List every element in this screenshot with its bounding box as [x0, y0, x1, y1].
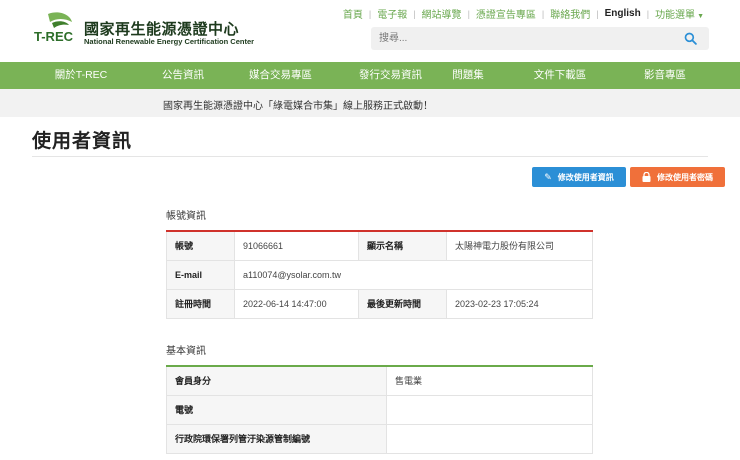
- page-title: 使用者資訊: [32, 131, 133, 152]
- email-value: a110074@ysolar.com.tw: [234, 259, 593, 290]
- table-row: 會員身分 售電業: [166, 365, 593, 396]
- phone-value: [386, 394, 593, 425]
- nav-item-matching[interactable]: 媒合交易專區: [202, 62, 359, 89]
- basic-section-title: 基本資訊: [166, 346, 206, 357]
- top-links: 首頁 | 電子報 | 網站導覽 | 憑證宣告專區 | 聯絡我們 | Englis…: [337, 6, 710, 21]
- announcement-text[interactable]: 國家再生能源憑證中心「綠電媒合市集」線上服務正式啟動！: [163, 97, 433, 112]
- main-nav: 關於T-REC 公告資訊 媒合交易專區 發行交易資訊 問題集 文件下載區 影音專…: [0, 62, 740, 89]
- link-newsletter[interactable]: 電子報: [371, 6, 413, 21]
- epa-id-value: [386, 423, 593, 454]
- site-header: T-REC 國家再生能源憑證中心 National Renewable Ener…: [0, 0, 740, 62]
- registered-time-label: 註冊時間: [166, 288, 235, 319]
- site-name-en: National Renewable Energy Certification …: [84, 37, 255, 46]
- logo-text: T-REC: [34, 29, 73, 44]
- function-menu-label: 功能選單: [655, 10, 696, 21]
- caret-down-icon: ▼: [697, 13, 704, 20]
- table-row: 電號: [166, 394, 593, 425]
- link-certificate-claims[interactable]: 憑證宣告專區: [470, 6, 542, 21]
- nav-item-issuance[interactable]: 發行交易資訊: [359, 62, 422, 89]
- phone-label: 電號: [166, 394, 387, 425]
- search-bar: [371, 27, 709, 50]
- search-input[interactable]: [379, 30, 669, 47]
- member-type-value: 售電業: [386, 365, 593, 396]
- edit-icon: ✎: [544, 171, 552, 182]
- nav-item-faq[interactable]: 問題集: [406, 62, 530, 89]
- registered-time-value: 2022-06-14 14:47:00: [234, 288, 359, 319]
- function-menu-dropdown[interactable]: 功能選單 ▼: [649, 6, 710, 21]
- last-updated-label: 最後更新時間: [358, 288, 447, 319]
- link-contact[interactable]: 聯絡我們: [544, 6, 596, 21]
- last-updated-value: 2023-02-23 17:05:24: [446, 288, 593, 319]
- nav-item-media[interactable]: 影音專區: [590, 62, 740, 89]
- site-logo[interactable]: T-REC 國家再生能源憑證中心 National Renewable Ener…: [32, 10, 254, 50]
- edit-password-label: 修改使用者密碼: [657, 172, 713, 182]
- epa-id-label: 行政院環保署列管汙染源管制編號: [166, 423, 387, 454]
- basic-info-table: 會員身分 售電業 電號 行政院環保署列管汙染源管制編號: [166, 365, 593, 454]
- divider: [32, 156, 708, 157]
- link-sitemap[interactable]: 網站導覽: [416, 6, 468, 21]
- display-name-label: 顯示名稱: [358, 230, 447, 261]
- edit-user-info-button[interactable]: ✎ 修改使用者資訊: [532, 167, 626, 187]
- lock-icon: [642, 172, 651, 182]
- display-name-value: 太陽神電力股份有限公司: [446, 230, 593, 261]
- account-label: 帳號: [166, 230, 235, 261]
- edit-password-button[interactable]: 修改使用者密碼: [630, 167, 725, 187]
- table-row: 註冊時間 2022-06-14 14:47:00 最後更新時間 2023-02-…: [166, 288, 593, 319]
- edit-user-info-label: 修改使用者資訊: [557, 172, 614, 182]
- account-section-title: 帳號資訊: [166, 211, 206, 222]
- nav-item-about[interactable]: 關於T-REC: [0, 62, 162, 89]
- account-value: 91066661: [234, 230, 359, 261]
- site-name-zh: 國家再生能源憑證中心: [84, 21, 240, 38]
- table-row: 行政院環保署列管汙染源管制編號: [166, 423, 593, 454]
- announcement-bar: 國家再生能源憑證中心「綠電媒合市集」線上服務正式啟動！: [0, 89, 740, 117]
- table-row: E-mail a110074@ysolar.com.tw: [166, 259, 593, 290]
- account-info-table: 帳號 91066661 顯示名稱 太陽神電力股份有限公司 E-mail a110…: [166, 230, 593, 319]
- nav-item-downloads[interactable]: 文件下載區: [530, 62, 590, 89]
- email-label: E-mail: [166, 259, 235, 290]
- nav-item-announcements[interactable]: 公告資訊: [162, 62, 204, 89]
- table-row: 帳號 91066661 顯示名稱 太陽神電力股份有限公司: [166, 230, 593, 261]
- link-english[interactable]: English: [599, 8, 647, 19]
- member-type-label: 會員身分: [166, 365, 387, 396]
- search-icon[interactable]: [684, 32, 697, 45]
- link-home[interactable]: 首頁: [337, 6, 369, 21]
